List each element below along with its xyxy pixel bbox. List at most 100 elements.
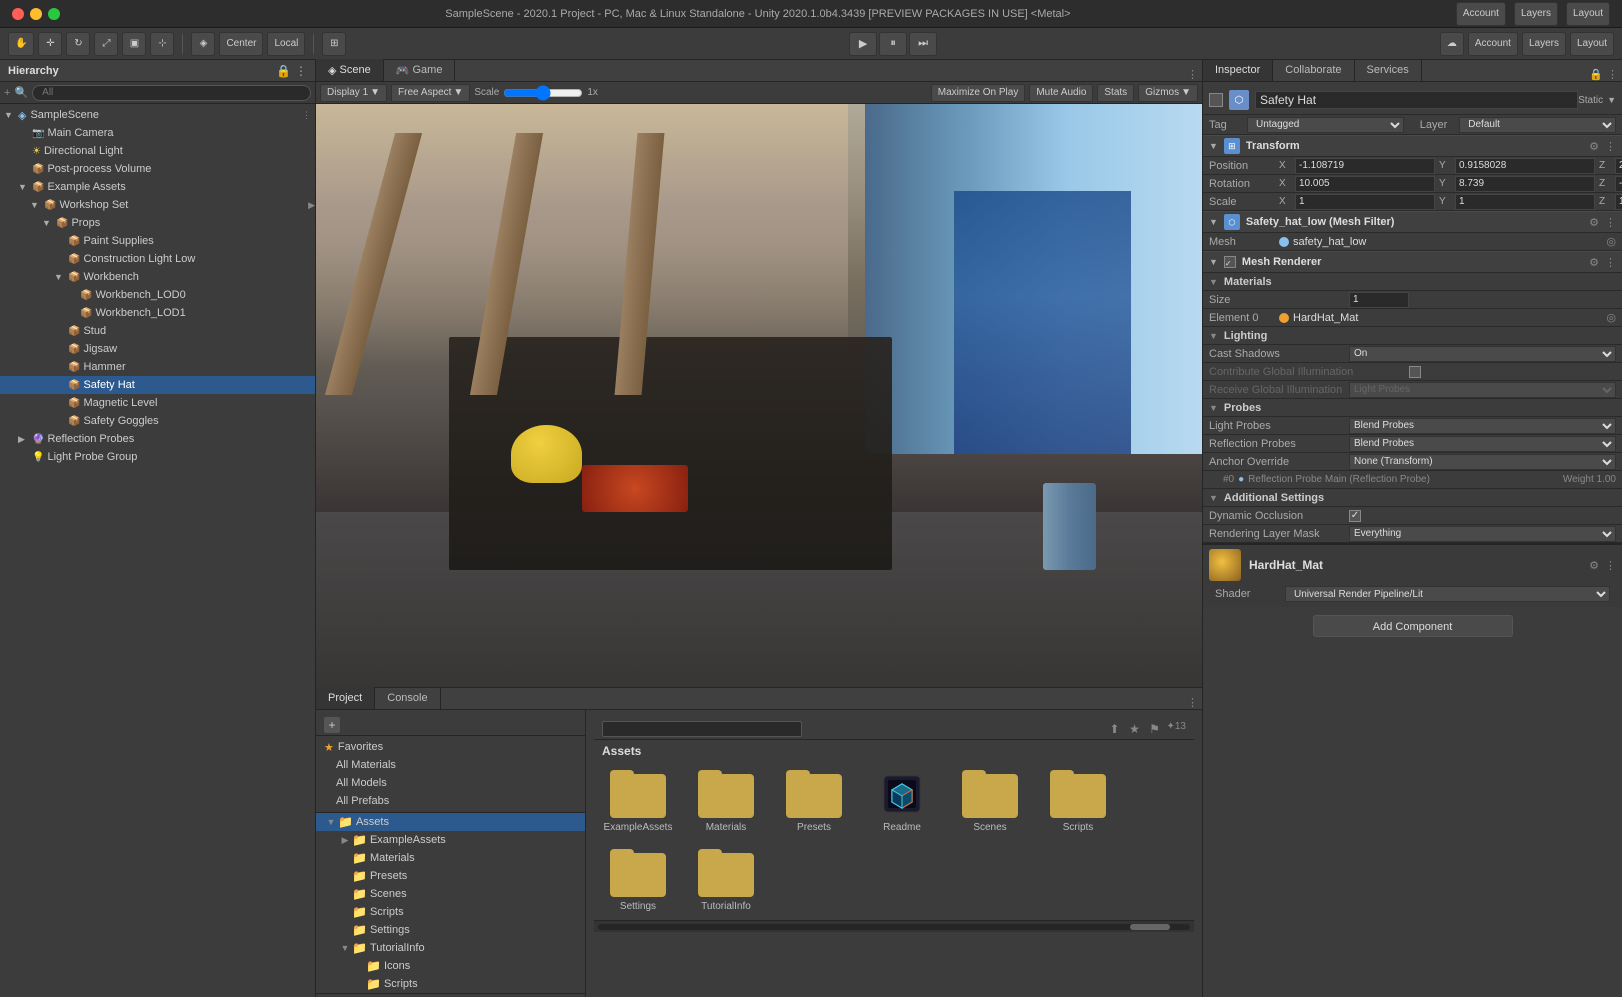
hardhat-mat-settings-icon[interactable]: ⚙ bbox=[1589, 559, 1599, 572]
layers-dropdown-button[interactable]: Layers bbox=[1522, 32, 1566, 56]
sidebar-icons[interactable]: 📁 Icons bbox=[316, 957, 585, 975]
meshrenderer-settings-icon[interactable]: ⚙ bbox=[1589, 256, 1599, 269]
reflection-probes-select[interactable]: Blend Probes bbox=[1349, 436, 1616, 452]
project-add-button[interactable]: + bbox=[324, 717, 340, 733]
meshrenderer-checkbox[interactable]: ✓ bbox=[1224, 256, 1236, 268]
anchor-override-select[interactable]: None (Transform) bbox=[1349, 454, 1616, 470]
services-tab[interactable]: Services bbox=[1355, 60, 1422, 81]
transform-settings-icon[interactable]: ⚙ bbox=[1589, 140, 1599, 153]
rotation-x-input[interactable] bbox=[1295, 176, 1435, 192]
assets-search-input[interactable] bbox=[602, 721, 802, 737]
display-button[interactable]: Display 1 ▼ bbox=[320, 84, 387, 102]
meshfilter-settings-icon[interactable]: ⚙ bbox=[1589, 216, 1599, 229]
receive-gi-select[interactable]: Light Probes bbox=[1349, 382, 1616, 398]
lighting-section-header[interactable]: ▼ Lighting bbox=[1203, 327, 1622, 345]
transform-more-icon[interactable]: ⋮ bbox=[1605, 140, 1616, 153]
stats-button[interactable]: Stats bbox=[1097, 84, 1134, 102]
step-button[interactable]: ⏭ bbox=[909, 32, 937, 56]
hierarchy-item-workbench[interactable]: ▼ 📦 Workbench bbox=[0, 268, 315, 286]
center-button[interactable]: Center bbox=[219, 32, 263, 56]
favorites-header[interactable]: ★ Favorites bbox=[316, 738, 585, 756]
pivot-button[interactable]: ◈ bbox=[191, 32, 215, 56]
scale-slider[interactable] bbox=[503, 85, 583, 101]
gameobject-name-input[interactable] bbox=[1255, 91, 1578, 109]
hierarchy-item-samplescene[interactable]: ▼ ◈ SampleScene ⋮ bbox=[0, 106, 315, 124]
meshfilter-component-header[interactable]: ▼ ⬡ Safety_hat_low (Mesh Filter) ⚙ ⋮ bbox=[1203, 211, 1622, 233]
add-component-button[interactable]: Add Component bbox=[1313, 615, 1513, 637]
mute-button[interactable]: Mute Audio bbox=[1029, 84, 1093, 102]
element0-target-icon[interactable]: ◎ bbox=[1606, 311, 1616, 324]
asset-readme[interactable]: Readme bbox=[862, 766, 942, 837]
sidebar-exampleassets[interactable]: ▶ 📁 ExampleAssets bbox=[316, 831, 585, 849]
local-button[interactable]: Local bbox=[267, 32, 305, 56]
additional-settings-header[interactable]: ▼ Additional Settings bbox=[1203, 489, 1622, 507]
hierarchy-lock-icon[interactable]: 🔒 bbox=[276, 64, 291, 78]
hierarchy-item-paintsupplies[interactable]: 📦 Paint Supplies bbox=[0, 232, 315, 250]
sidebar-presets[interactable]: 📁 Presets bbox=[316, 867, 585, 885]
scene-menu-icon[interactable]: ⋮ bbox=[1187, 68, 1198, 81]
asset-exampleassets[interactable]: ExampleAssets bbox=[598, 766, 678, 837]
inspector-lock-icon[interactable]: 🔒 bbox=[1589, 68, 1603, 81]
transform-component-header[interactable]: ▼ ⊞ Transform ⚙ ⋮ bbox=[1203, 135, 1622, 157]
hardhat-mat-more-icon[interactable]: ⋮ bbox=[1605, 559, 1616, 572]
scene-tab[interactable]: ◈ Scene bbox=[316, 59, 384, 81]
assets-star-icon[interactable]: ★ bbox=[1126, 721, 1142, 737]
gizmos-button[interactable]: Gizmos ▼ bbox=[1138, 84, 1198, 102]
position-y-input[interactable] bbox=[1455, 158, 1595, 174]
mesh-target-icon[interactable]: ◎ bbox=[1606, 235, 1616, 248]
inspector-menu-icon[interactable]: ⋮ bbox=[1607, 68, 1618, 81]
hierarchy-item-safetygoggles[interactable]: 📦 Safety Goggles bbox=[0, 412, 315, 430]
sidebar-item-allmodels[interactable]: All Models bbox=[316, 774, 585, 792]
layers-button[interactable]: Layers bbox=[1514, 2, 1558, 26]
layout-dropdown-button[interactable]: Layout bbox=[1570, 32, 1614, 56]
asset-settings[interactable]: Settings bbox=[598, 845, 678, 916]
hand-tool-button[interactable]: ✋ bbox=[8, 32, 34, 56]
snap-button[interactable]: ⊞ bbox=[322, 32, 346, 56]
rotation-z-input[interactable] bbox=[1615, 176, 1622, 192]
hierarchy-item-props[interactable]: ▼ 📦 Props bbox=[0, 214, 315, 232]
probes-section-header[interactable]: ▼ Probes bbox=[1203, 399, 1622, 417]
asset-presets[interactable]: Presets bbox=[774, 766, 854, 837]
position-z-input[interactable] bbox=[1615, 158, 1622, 174]
scene-viewport[interactable] bbox=[316, 104, 1202, 687]
assets-upload-icon[interactable]: ⬆ bbox=[1106, 721, 1122, 737]
hierarchy-plus-icon[interactable]: + bbox=[4, 87, 10, 99]
hierarchy-menu-icon[interactable]: ⋮ bbox=[295, 64, 307, 78]
layout-button[interactable]: Layout bbox=[1566, 2, 1610, 26]
cast-shadows-select[interactable]: On Off Two Sided Shadows Only bbox=[1349, 346, 1616, 362]
rect-tool-button[interactable]: ▣ bbox=[122, 32, 146, 56]
static-arrow-icon[interactable]: ▼ bbox=[1607, 95, 1616, 105]
console-tab[interactable]: Console bbox=[375, 687, 440, 709]
asset-tutorialinfo[interactable]: TutorialInfo bbox=[686, 845, 766, 916]
sidebar-materials[interactable]: 📁 Materials bbox=[316, 849, 585, 867]
bottom-menu-icon[interactable]: ⋮ bbox=[1187, 696, 1198, 709]
samplescene-expand-icon[interactable]: ⋮ bbox=[302, 110, 311, 121]
hierarchy-search-input[interactable] bbox=[32, 85, 311, 101]
contrib-gi-checkbox[interactable] bbox=[1409, 366, 1421, 378]
close-button[interactable] bbox=[12, 8, 24, 20]
hierarchy-item-magneticlevel[interactable]: 📦 Magnetic Level bbox=[0, 394, 315, 412]
hierarchy-item-exampleassets[interactable]: ▼ 📦 Example Assets bbox=[0, 178, 315, 196]
minimize-button[interactable] bbox=[30, 8, 42, 20]
scale-tool-button[interactable]: ⤢ bbox=[94, 32, 118, 56]
maximize-button[interactable]: Maximize On Play bbox=[931, 84, 1026, 102]
sidebar-settings[interactable]: 📁 Settings bbox=[316, 921, 585, 939]
scale-y-input[interactable] bbox=[1455, 194, 1595, 210]
dynamic-occlusion-checkbox[interactable]: ✓ bbox=[1349, 510, 1361, 522]
hierarchy-item-wblod0[interactable]: 📦 Workbench_LOD0 bbox=[0, 286, 315, 304]
account-button[interactable]: Account bbox=[1456, 2, 1506, 26]
game-tab[interactable]: 🎮 Game bbox=[384, 59, 456, 81]
cloud-button[interactable]: ☁ bbox=[1440, 32, 1464, 56]
workshopset-expand-icon[interactable]: ▶ bbox=[308, 200, 315, 211]
sidebar-item-allmaterials[interactable]: All Materials bbox=[316, 756, 585, 774]
light-probes-select[interactable]: Blend Probes bbox=[1349, 418, 1616, 434]
play-button[interactable]: ▶ bbox=[849, 32, 877, 56]
scale-x-input[interactable] bbox=[1295, 194, 1435, 210]
tag-dropdown[interactable]: Untagged bbox=[1247, 117, 1404, 133]
project-tab[interactable]: Project bbox=[316, 687, 375, 709]
collaborate-tab[interactable]: Collaborate bbox=[1273, 60, 1354, 81]
position-x-input[interactable] bbox=[1295, 158, 1435, 174]
hierarchy-item-wblod1[interactable]: 📦 Workbench_LOD1 bbox=[0, 304, 315, 322]
meshfilter-more-icon[interactable]: ⋮ bbox=[1605, 216, 1616, 229]
hierarchy-item-lightprobegroup[interactable]: 💡 Light Probe Group bbox=[0, 448, 315, 466]
